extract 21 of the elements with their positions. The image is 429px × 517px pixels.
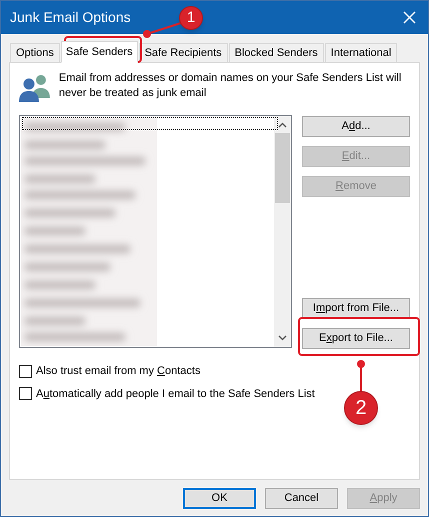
checkbox-label[interactable]: Automatically add people I email to the Safe Senders List — [36, 386, 315, 402]
side-button[interactable]: Import from File... — [302, 298, 410, 319]
checkbox[interactable] — [19, 387, 32, 400]
window-title: Junk Email Options — [10, 8, 131, 27]
tab[interactable]: Blocked Senders — [228, 43, 324, 62]
scrollbar-thumb[interactable] — [275, 133, 290, 203]
people-icon — [19, 72, 51, 102]
safe-senders-list[interactable] — [19, 115, 292, 348]
dialog-button[interactable]: Cancel — [265, 488, 338, 509]
close-icon[interactable] — [403, 11, 416, 24]
checkbox[interactable] — [19, 364, 32, 378]
info-text: Email from addresses or domain names on your Safe Senders List will never be treated as junk email — [58, 71, 402, 101]
scrollbar[interactable] — [274, 116, 291, 347]
tab[interactable]: International — [324, 43, 398, 62]
tab[interactable]: Safe Recipients — [138, 43, 228, 62]
dialog-button[interactable]: OK — [183, 488, 256, 509]
tab[interactable]: Options — [10, 43, 60, 62]
side-button[interactable]: Add... — [302, 116, 410, 137]
checkbox-label[interactable]: Also trust email from my Contacts — [36, 363, 200, 380]
tab[interactable]: Safe Senders — [60, 41, 138, 63]
side-button[interactable]: Export to File... — [302, 328, 410, 349]
